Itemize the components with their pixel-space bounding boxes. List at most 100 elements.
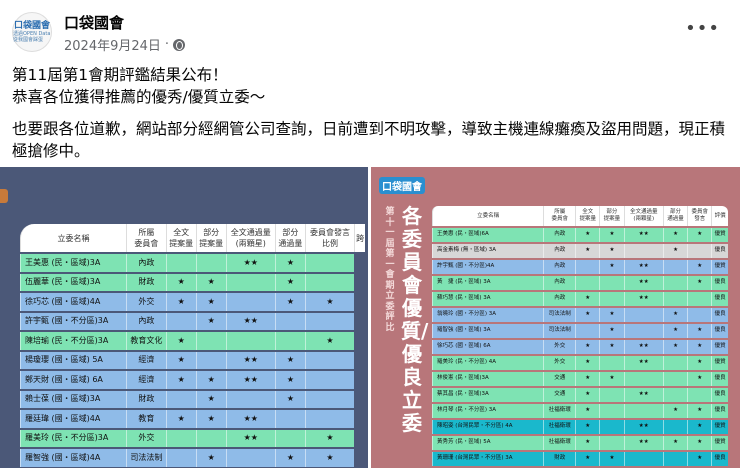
- page-avatar[interactable]: 口袋國會 透過OPEN Data 從我國會踩蛋: [12, 12, 52, 52]
- committee: 內政: [543, 276, 576, 290]
- legislator-name: 林月琴 (民・不分區) 3A: [432, 404, 544, 418]
- post-image-left[interactable]: 立委名稱 所屬 委員會 全文 提案量 部分 提案量 全文通過量 (兩顆星) 部分 通過量委…: [0, 167, 368, 468]
- rating-cell: ★★: [225, 429, 275, 447]
- rating-cell: ★: [687, 404, 712, 418]
- rating-cell: ★: [599, 228, 624, 242]
- table-row: 羅廷瑋 (國・區域)4A 教育 ★ ★ ★★: [20, 410, 365, 428]
- legislator-name: 羅美玲 (民・不分區)3A: [20, 429, 127, 447]
- column-header: 委員會 發言: [687, 206, 712, 226]
- committee: 外交: [543, 340, 576, 354]
- legislator-name: 蘇巧慧 (民・區域) 3A: [432, 292, 544, 306]
- legislator-name: 伍麗華 (民・區域)3A: [20, 273, 127, 291]
- rating-cell: [662, 356, 688, 370]
- rating-cell: ★★: [623, 292, 663, 306]
- rating-cell: ★: [195, 410, 226, 428]
- rating-cell: [225, 332, 275, 350]
- rating-cell: ★: [662, 340, 688, 354]
- rating-cell: [623, 308, 663, 322]
- rating-cell: [274, 312, 305, 330]
- table-row: 黃 捷 (民・區域) 3A 內政 ★★ ★ 優良: [432, 276, 728, 290]
- header-row: 立委名稱 所屬 委員會 全文 提案量 部分 提案量 全文通過量 (兩顆星) 部分 通過量委…: [20, 224, 365, 252]
- committee: 內政: [543, 228, 576, 242]
- rating-cell: ★: [165, 410, 196, 428]
- rating-cell: ★: [662, 228, 688, 242]
- rating-cell: [304, 371, 355, 389]
- rating-cell: ★: [575, 228, 600, 242]
- table-row: 許宇甄 (國・不分區)3A 內政 ★ ★★: [20, 312, 365, 330]
- legislator-name: 蔡其昌 (民・區域)3A: [432, 388, 544, 402]
- legislator-name: 許宇甄 (國・不分區)3A: [20, 312, 127, 330]
- rating-cell: ★: [274, 254, 305, 272]
- rating-cell: ★: [687, 372, 712, 386]
- subtitle: 第十一屆第一會期 立委評比: [385, 207, 395, 333]
- table-row: 林俊憲 (民・區域)3A 交通 ★ ★ ★ 優良: [432, 372, 728, 386]
- rating-cell: ★: [575, 404, 600, 418]
- rating-cell: [225, 293, 275, 311]
- table-row: 徐巧芯 (國・區域) 6A 外交 ★ ★ ★★ ★ ★ 優質: [432, 340, 728, 354]
- table-row: 黃秀芳 (民・區域) 5A 社福衛環 ★ ★★ ★ ★ 優質: [432, 436, 728, 450]
- committee: 司法法制: [126, 449, 166, 467]
- rating-cell: [225, 449, 275, 467]
- rating-cell: ★: [662, 436, 688, 450]
- rating-cell: [623, 324, 663, 338]
- rating-cell: 優質: [711, 228, 728, 242]
- rating-cell: ★: [274, 351, 305, 369]
- rating-cell: 優質: [711, 340, 728, 354]
- table-row: 蘇巧慧 (民・區域) 3A 內政 ★ ★★ 優良: [432, 292, 728, 306]
- rating-cell: 優良: [711, 388, 728, 402]
- column-header: 立委名稱: [20, 224, 127, 252]
- rating-cell: [687, 388, 712, 402]
- post-text: 第11屆第1會期評鑑結果公布！ 恭喜各位獲得推薦的優秀/優質立委～ 也要跟各位道歉…: [12, 66, 726, 160]
- rating-cell: [575, 324, 600, 338]
- table-row: 羅美玲 (民・不分區)3A 外交 ★★ ★: [20, 429, 365, 447]
- rating-cell: [165, 312, 196, 330]
- header-row: 立委名稱 所屬 委員會 全文 提案量 部分 提案量 全文通過量 (兩顆星) 部分 通過量委…: [432, 206, 728, 226]
- rating-cell: [623, 404, 663, 418]
- rating-cell: [599, 292, 624, 306]
- more-options-button[interactable]: •••: [685, 18, 720, 39]
- rating-cell: ★★: [623, 276, 663, 290]
- committee: 內政: [126, 254, 166, 272]
- legislator-name: 楊瓊瓔 (國・區域) 5A: [20, 351, 127, 369]
- column-header: 所屬 委員會: [126, 224, 166, 252]
- rating-cell: ★: [687, 260, 712, 274]
- rating-cell: ★: [304, 429, 355, 447]
- rating-cell: 優良: [711, 404, 728, 418]
- title: 各委員會優質/優良立委: [401, 204, 429, 435]
- committee: 財政: [543, 452, 576, 466]
- rating-cell: ★★: [225, 312, 275, 330]
- rating-cell: [165, 390, 196, 408]
- rating-cell: 優良: [711, 372, 728, 386]
- rating-cell: [274, 332, 305, 350]
- committee: 司法法制: [543, 308, 576, 322]
- rating-cell: [304, 390, 355, 408]
- legislator-name: 王美惠 (民・區域)6A: [432, 228, 544, 242]
- committee: 內政: [126, 312, 166, 330]
- rating-cell: ★: [687, 452, 712, 466]
- rating-cell: [623, 372, 663, 386]
- rating-cell: ★: [599, 244, 624, 258]
- rating-cell: ★: [687, 436, 712, 450]
- author-name[interactable]: 口袋國會: [64, 12, 124, 33]
- legislator-name: 羅智強 (國・區域) 3A: [432, 324, 544, 338]
- committee: 經濟: [126, 351, 166, 369]
- legislator-name: 王美惠 (民・區域)3A: [20, 254, 127, 272]
- committee: 經濟: [126, 371, 166, 389]
- column-header: 全文 提案量: [575, 206, 600, 226]
- rating-cell: 優良: [711, 308, 728, 322]
- post-image-right[interactable]: 口袋國會 第十一屆第一會期 立委評比 各委員會優質/優良立委 立委名稱 所屬 委員…: [371, 167, 740, 468]
- rating-cell: [687, 308, 712, 322]
- rating-cell: [195, 332, 226, 350]
- rating-cell: [623, 452, 663, 466]
- committee: 教育文化: [126, 332, 166, 350]
- table-row: 徐巧芯 (國・區域)4A 外交 ★ ★ ★ ★: [20, 293, 365, 311]
- rating-cell: [165, 254, 196, 272]
- rating-cell: [662, 372, 688, 386]
- rating-cell: [274, 429, 305, 447]
- rating-cell: ★: [599, 324, 624, 338]
- rating-cell: ★: [687, 324, 712, 338]
- committee: 外交: [543, 356, 576, 370]
- rating-cell: ★★: [623, 260, 663, 274]
- rating-cell: [575, 260, 600, 274]
- rating-cell: ★: [195, 449, 226, 467]
